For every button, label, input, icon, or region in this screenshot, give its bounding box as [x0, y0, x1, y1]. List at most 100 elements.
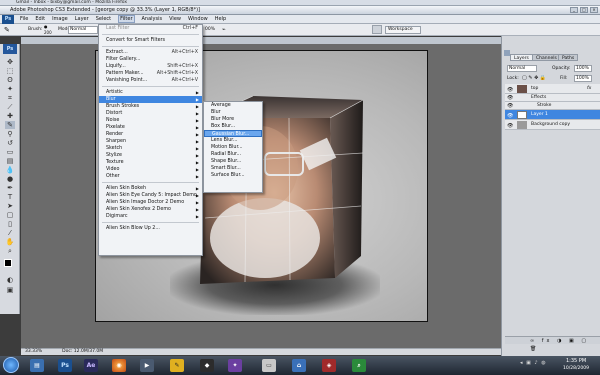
- tray-icons[interactable]: ◂ ▣ ♪ ◍: [520, 360, 547, 366]
- filter-menu-item[interactable]: Liquify... Shift+Ctrl+X: [99, 63, 202, 70]
- blur-item-surface-blur[interactable]: Surface Blur...: [204, 172, 262, 179]
- layer-stroke-row[interactable]: 👁 Stroke: [505, 102, 600, 110]
- brush-size[interactable]: 200: [44, 30, 52, 35]
- dodge-tool-icon[interactable]: ●: [5, 175, 15, 183]
- clock-date[interactable]: 10/28/2009: [563, 366, 589, 371]
- slice-tool-icon[interactable]: ⟋: [5, 103, 15, 111]
- app-icon[interactable]: ◆: [200, 359, 214, 372]
- airbrush-icon[interactable]: ⌁: [222, 26, 226, 33]
- blur-item-motion-blur[interactable]: Motion Blur...: [204, 144, 262, 151]
- menu-filter[interactable]: Filter: [118, 15, 135, 23]
- blur-tool-icon[interactable]: 💧: [5, 166, 15, 174]
- blur-item-box-blur[interactable]: Box Blur...: [204, 123, 262, 130]
- menu-file[interactable]: File: [20, 16, 28, 22]
- filter-plugin-item[interactable]: Alien Skin Image Doctor 2 Demo ▶: [99, 199, 202, 206]
- filter-plugin-item[interactable]: Alien Skin Blow Up 2...: [99, 225, 202, 232]
- layer-name[interactable]: top: [531, 84, 538, 94]
- blur-item-radial-blur[interactable]: Radial Blur...: [204, 151, 262, 158]
- filter-group-render[interactable]: Render ▶: [99, 131, 202, 138]
- eye-icon[interactable]: 👁: [507, 121, 513, 131]
- opacity-field[interactable]: 100%: [574, 65, 592, 72]
- start-button[interactable]: [3, 357, 19, 373]
- magic-wand-tool-icon[interactable]: ✦: [5, 85, 15, 93]
- lasso-tool-icon[interactable]: ʘ: [5, 76, 15, 84]
- layer-name[interactable]: Background copy: [531, 120, 570, 130]
- brush-tool-icon[interactable]: ✎: [4, 26, 10, 34]
- app-icon[interactable]: ⌂: [292, 359, 306, 372]
- menu-window[interactable]: Window: [188, 16, 208, 22]
- layer-effects-row[interactable]: 👁 Effects: [505, 94, 600, 102]
- tab-channels[interactable]: Channels: [532, 54, 561, 61]
- clone-stamp-tool-icon[interactable]: ⚲: [5, 130, 15, 138]
- filter-group-video[interactable]: Video ▶: [99, 166, 202, 173]
- blur-item-average[interactable]: Average: [204, 102, 262, 109]
- zoom-field[interactable]: 00%: [205, 27, 215, 32]
- filter-plugin-item[interactable]: Alien Skin Eye Candy 5: Impact Demo ▶: [99, 192, 202, 199]
- eraser-tool-icon[interactable]: ▭: [5, 148, 15, 156]
- layer-panel-buttons[interactable]: ∞ fx ◑ ▣ ▢ 🗑: [505, 336, 600, 352]
- taskbar-aftereffects-icon[interactable]: Ae: [84, 359, 98, 372]
- tab-layers[interactable]: Layers: [510, 54, 533, 61]
- filter-plugin-item[interactable]: Digimarc ▶: [99, 213, 202, 220]
- mode-select[interactable]: Normal: [68, 26, 98, 34]
- app-icon[interactable]: ✦: [228, 359, 242, 372]
- type-tool-icon[interactable]: T: [5, 193, 15, 201]
- menu-select[interactable]: Select: [96, 16, 111, 22]
- filter-plugin-item[interactable]: Alien Skin Xenofex 2 Demo ▶: [99, 206, 202, 213]
- foreground-color-swatch[interactable]: [4, 259, 12, 267]
- eye-icon[interactable]: 👁: [507, 102, 513, 110]
- brush-preview-icon[interactable]: ●: [44, 24, 48, 29]
- taskbar-photoshop-icon[interactable]: Ps: [58, 359, 72, 372]
- zoom-tool-icon[interactable]: ⌕: [5, 247, 15, 255]
- filter-menu-item[interactable]: Pattern Maker... Alt+Shift+Ctrl+X: [99, 70, 202, 77]
- filter-menu-item[interactable]: Vanishing Point... Alt+Ctrl+V: [99, 77, 202, 84]
- blur-item-smart-blur[interactable]: Smart Blur...: [204, 165, 262, 172]
- menu-edit[interactable]: Edit: [35, 16, 45, 22]
- zoom-level[interactable]: 33.33%: [25, 349, 42, 355]
- filter-plugin-item[interactable]: Alien Skin Bokeh ▶: [99, 185, 202, 192]
- menu-help[interactable]: Help: [215, 16, 226, 22]
- path-selection-tool-icon[interactable]: ➤: [5, 202, 15, 210]
- filter-group-texture[interactable]: Texture ▶: [99, 159, 202, 166]
- move-tool-icon[interactable]: ✥: [5, 58, 15, 66]
- tab-paths[interactable]: Paths: [558, 54, 579, 61]
- app-icon[interactable]: ✎: [170, 359, 184, 372]
- lock-icons[interactable]: ▢ ✎ ✥ 🔒: [522, 75, 546, 81]
- maximize-icon[interactable]: □: [580, 7, 588, 13]
- filter-menu-item[interactable]: Filter Gallery...: [99, 56, 202, 63]
- minimize-icon[interactable]: _: [570, 7, 578, 13]
- healing-brush-tool-icon[interactable]: ✚: [5, 112, 15, 120]
- filter-group-distort[interactable]: Distort ▶: [99, 110, 202, 117]
- marquee-tool-icon[interactable]: ⬚: [5, 67, 15, 75]
- layer-row-selected[interactable]: 👁 Layer 1: [505, 110, 600, 120]
- filter-group-other[interactable]: Other ▶: [99, 173, 202, 180]
- gradient-tool-icon[interactable]: ▤: [5, 157, 15, 165]
- firefox-icon[interactable]: ◉: [112, 359, 126, 372]
- filter-group-sketch[interactable]: Sketch ▶: [99, 145, 202, 152]
- menu-layer[interactable]: Layer: [75, 16, 89, 22]
- shape-tool-icon[interactable]: ▢: [5, 211, 15, 219]
- palette-well-icon[interactable]: [372, 25, 382, 34]
- menu-analysis[interactable]: Analysis: [142, 16, 163, 22]
- notes-tool-icon[interactable]: ▯: [5, 220, 15, 228]
- blend-mode-select[interactable]: Normal: [507, 65, 537, 72]
- quick-mask-icon[interactable]: ◐: [5, 276, 15, 284]
- filter-menu-item[interactable]: Extract... Alt+Ctrl+X: [99, 49, 202, 56]
- history-brush-tool-icon[interactable]: ↺: [5, 139, 15, 147]
- menu-image[interactable]: Image: [52, 16, 68, 22]
- clock-time[interactable]: 1:35 PM: [566, 358, 586, 364]
- blur-item-shape-blur[interactable]: Shape Blur...: [204, 158, 262, 165]
- hand-tool-icon[interactable]: ✋: [5, 238, 15, 246]
- workspace-button[interactable]: Workspace: [385, 26, 421, 34]
- filter-group-blur[interactable]: Blur ▶: [99, 96, 202, 103]
- layer-row-background-copy[interactable]: 👁 Background copy: [505, 120, 600, 130]
- folder-icon[interactable]: ▤: [30, 359, 44, 372]
- eye-icon[interactable]: 👁: [507, 94, 513, 102]
- blur-item-lens-blur[interactable]: Lens Blur...: [204, 137, 262, 144]
- app-icon[interactable]: ▭: [262, 359, 276, 372]
- filter-group-stylize[interactable]: Stylize ▶: [99, 152, 202, 159]
- blur-item-blur[interactable]: Blur: [204, 109, 262, 116]
- filter-menu-item[interactable]: Convert for Smart Filters: [99, 37, 202, 44]
- blur-item-blur-more[interactable]: Blur More: [204, 116, 262, 123]
- fill-field[interactable]: 100%: [574, 75, 592, 82]
